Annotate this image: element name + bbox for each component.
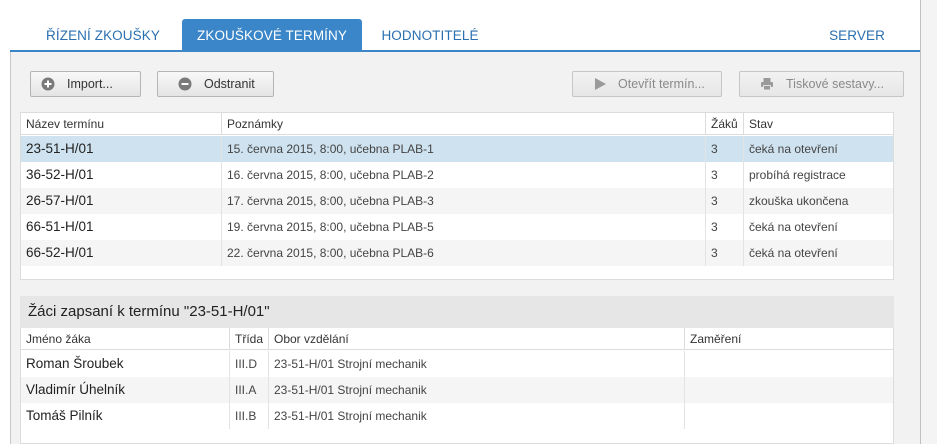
column-notes[interactable]: Poznámky xyxy=(221,113,705,135)
term-state: čeká na otevření xyxy=(743,214,893,240)
column-student-name[interactable]: Jméno žáka xyxy=(21,328,229,350)
term-count: 3 xyxy=(705,240,743,266)
term-note: 17. června 2015, 8:00, učebna PLAB-3 xyxy=(221,188,705,214)
term-name: 23-51-H/01 xyxy=(26,141,94,156)
terms-table-header: Název termínu Poznámky Žáků Stav xyxy=(21,113,893,135)
print-reports-button[interactable]: Tiskové sestavy... xyxy=(739,71,904,97)
term-note: 22. června 2015, 8:00, učebna PLAB-6 xyxy=(221,240,705,266)
students-section-title: Žáci zapsaní k termínu "23-51-H/01" xyxy=(20,296,894,328)
table-row[interactable]: Roman Šroubek III.D 23-51-H/01 Strojní m… xyxy=(21,351,893,377)
term-name: 66-51-H/01 xyxy=(26,219,94,234)
plus-icon xyxy=(41,77,55,91)
term-count: 3 xyxy=(705,214,743,240)
import-button[interactable]: Import... xyxy=(30,71,141,97)
table-row[interactable]: Tomáš Pilník III.B 23-51-H/01 Strojní me… xyxy=(21,403,893,429)
tab-bar: ŘÍZENÍ ZKOUŠKY ZKOUŠKOVÉ TERMÍNY HODNOTI… xyxy=(10,19,920,52)
terms-table: Název termínu Poznámky Žáků Stav 23-51-H… xyxy=(20,112,894,280)
open-term-button[interactable]: Otevřít termín... xyxy=(572,71,722,97)
student-field: 23-51-H/01 Strojní mechanik xyxy=(268,403,684,429)
student-class: III.D xyxy=(229,351,268,377)
tab-exam-terms[interactable]: ZKOUŠKOVÉ TERMÍNY xyxy=(182,19,362,52)
student-field: 23-51-H/01 Strojní mechanik xyxy=(268,351,684,377)
term-name: 36-52-H/01 xyxy=(26,167,94,182)
open-term-button-label: Otevřít termín... xyxy=(618,77,705,91)
student-focus xyxy=(684,403,893,429)
remove-button[interactable]: Odstranit xyxy=(157,71,274,97)
minus-icon xyxy=(178,77,192,91)
remove-button-label: Odstranit xyxy=(204,77,255,91)
window-top-strip xyxy=(0,0,937,10)
table-row[interactable]: 23-51-H/01 15. června 2015, 8:00, učebna… xyxy=(21,136,893,162)
student-class: III.B xyxy=(229,403,268,429)
table-row[interactable]: Vladimír Úhelník III.A 23-51-H/01 Strojn… xyxy=(21,377,893,403)
student-class: III.A xyxy=(229,377,268,403)
term-state: zkouška ukončena xyxy=(743,188,893,214)
table-row[interactable]: 66-51-H/01 19. června 2015, 8:00, učebna… xyxy=(21,214,893,240)
term-state: čeká na otevření xyxy=(743,240,893,266)
column-field[interactable]: Obor vzdělání xyxy=(268,328,684,350)
term-note: 15. června 2015, 8:00, učebna PLAB-1 xyxy=(221,136,705,162)
column-student-count[interactable]: Žáků xyxy=(705,113,743,135)
term-count: 3 xyxy=(705,136,743,162)
play-icon xyxy=(595,78,606,90)
table-row[interactable]: 36-52-H/01 16. června 2015, 8:00, učebna… xyxy=(21,162,893,188)
tab-server[interactable]: SERVER xyxy=(825,19,889,52)
term-state: probíhá registrace xyxy=(743,162,893,188)
term-state: čeká na otevření xyxy=(743,136,893,162)
student-name: Roman Šroubek xyxy=(26,356,124,371)
term-count: 3 xyxy=(705,188,743,214)
student-focus xyxy=(684,351,893,377)
printer-icon xyxy=(761,78,773,91)
students-table-header: Jméno žáka Třída Obor vzdělání Zaměření xyxy=(21,328,893,350)
column-term-name[interactable]: Název termínu xyxy=(21,113,221,135)
column-class[interactable]: Třída xyxy=(229,328,268,350)
student-name: Vladimír Úhelník xyxy=(26,382,126,397)
student-focus xyxy=(684,377,893,403)
window-right-edge xyxy=(920,0,937,444)
table-row[interactable]: 26-57-H/01 17. června 2015, 8:00, učebna… xyxy=(21,188,893,214)
print-reports-button-label: Tiskové sestavy... xyxy=(786,77,884,91)
table-row[interactable]: 66-52-H/01 22. června 2015, 8:00, učebna… xyxy=(21,240,893,266)
student-name: Tomáš Pilník xyxy=(26,408,103,423)
term-count: 3 xyxy=(705,162,743,188)
import-button-label: Import... xyxy=(67,77,113,91)
column-state[interactable]: Stav xyxy=(743,113,893,135)
term-note: 16. června 2015, 8:00, učebna PLAB-2 xyxy=(221,162,705,188)
term-note: 19. června 2015, 8:00, učebna PLAB-5 xyxy=(221,214,705,240)
students-table: Jméno žáka Třída Obor vzdělání Zaměření … xyxy=(20,328,894,444)
tab-exam-control[interactable]: ŘÍZENÍ ZKOUŠKY xyxy=(43,19,163,52)
column-focus[interactable]: Zaměření xyxy=(684,328,893,350)
term-name: 26-57-H/01 xyxy=(26,193,94,208)
term-name: 66-52-H/01 xyxy=(26,245,94,260)
student-field: 23-51-H/01 Strojní mechanik xyxy=(268,377,684,403)
tab-evaluators[interactable]: HODNOTITELÉ xyxy=(380,19,480,52)
